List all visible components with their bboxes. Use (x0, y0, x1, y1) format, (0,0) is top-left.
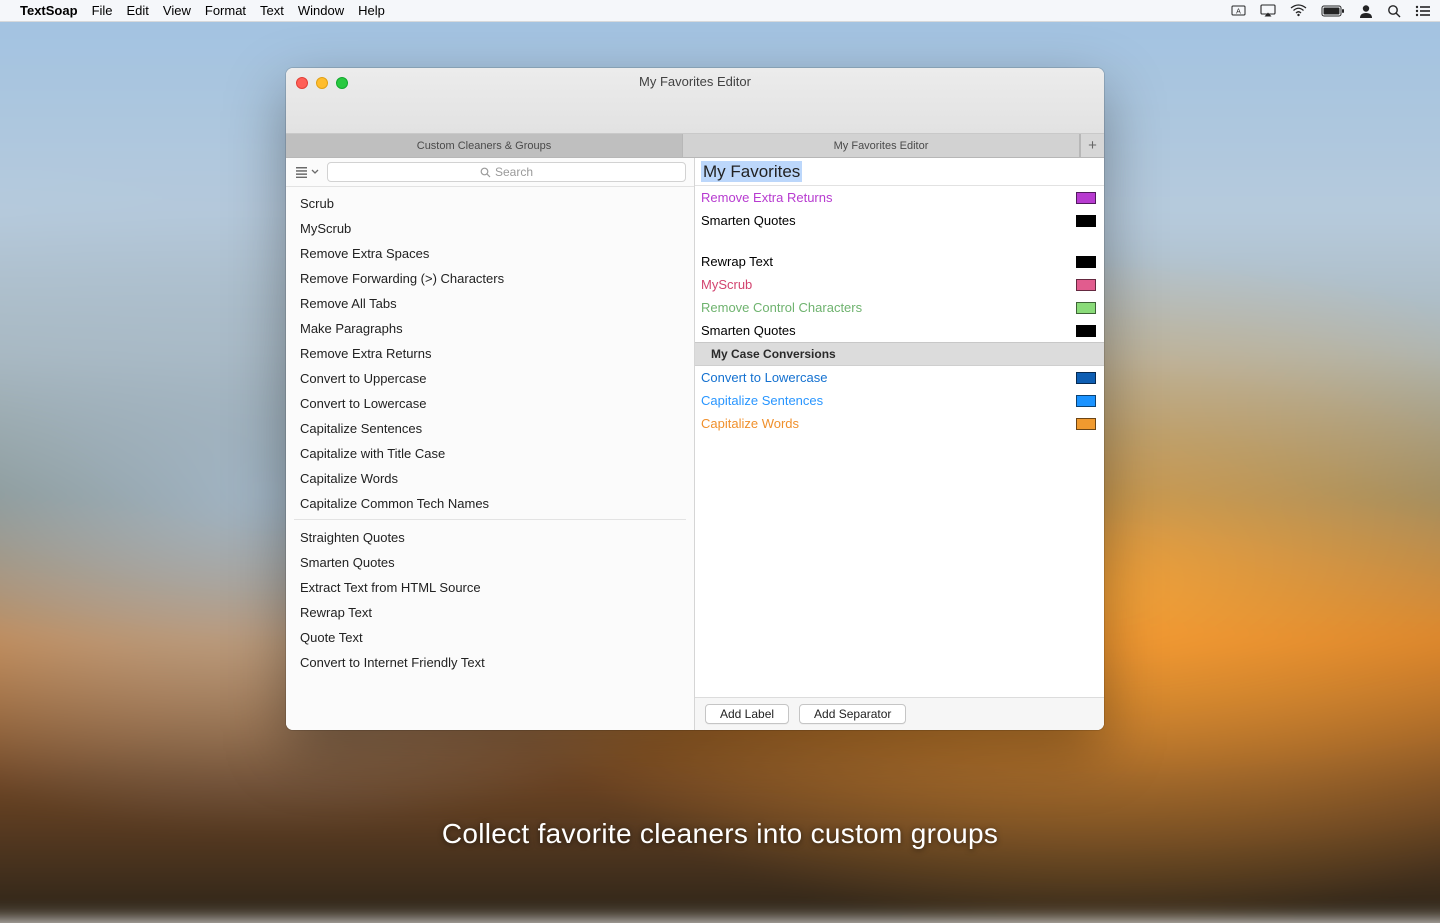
search-input[interactable]: Search (327, 162, 686, 182)
cleaners-pane: Search ScrubMyScrubRemove Extra SpacesRe… (286, 158, 695, 730)
cleaner-item[interactable]: Capitalize Common Tech Names (286, 491, 694, 516)
favorite-label: Convert to Lowercase (701, 370, 827, 385)
titlebar: My Favorites Editor (286, 68, 1104, 134)
cleaner-item[interactable]: Capitalize with Title Case (286, 441, 694, 466)
color-swatch[interactable] (1076, 325, 1096, 337)
cleaner-item[interactable]: Remove Extra Returns (286, 341, 694, 366)
cleaner-item[interactable]: Capitalize Words (286, 466, 694, 491)
color-swatch[interactable] (1076, 372, 1096, 384)
cleaner-item[interactable]: Scrub (286, 191, 694, 216)
color-swatch[interactable] (1076, 215, 1096, 227)
menu-file[interactable]: File (92, 3, 113, 18)
favorite-label: Smarten Quotes (701, 323, 796, 338)
group-title-input[interactable]: My Favorites (701, 161, 802, 182)
cleaner-item[interactable]: Quote Text (286, 625, 694, 650)
plus-icon: + (1088, 137, 1097, 154)
favorite-item[interactable]: Convert to Lowercase (695, 366, 1104, 389)
bottom-toolbar: Add Label Add Separator (695, 697, 1104, 730)
favorite-label: Capitalize Words (701, 416, 799, 431)
favorite-label: MyScrub (701, 277, 752, 292)
marketing-caption: Collect favorite cleaners into custom gr… (0, 818, 1440, 850)
favorite-label: Smarten Quotes (701, 213, 796, 228)
menu-format[interactable]: Format (205, 3, 246, 18)
favorites-list[interactable]: Remove Extra Returns Smarten Quotes Rewrap… (695, 186, 1104, 697)
favorites-pane: My Favorites Remove Extra Returns Smarten… (695, 158, 1104, 730)
menu-bar: TextSoap File Edit View Format Text Wind… (0, 0, 1440, 22)
favorites-subgroup-label[interactable]: My Case Conversions (695, 342, 1104, 366)
add-label-button[interactable]: Add Label (705, 704, 789, 724)
favorite-label: Rewrap Text (701, 254, 773, 269)
user-icon[interactable] (1359, 4, 1373, 18)
favorite-item[interactable]: Rewrap Text (695, 250, 1104, 273)
keyboard-icon[interactable]: A (1231, 4, 1246, 17)
cleaner-item[interactable]: Capitalize Sentences (286, 416, 694, 441)
cleaner-item[interactable]: Make Paragraphs (286, 316, 694, 341)
cleaner-list[interactable]: ScrubMyScrubRemove Extra SpacesRemove Fo… (286, 187, 694, 730)
cleaner-item[interactable]: Smarten Quotes (286, 550, 694, 575)
favorite-label: Remove Control Characters (701, 300, 862, 315)
tab-label: Custom Cleaners & Groups (417, 140, 552, 152)
add-separator-button[interactable]: Add Separator (799, 704, 906, 724)
cleaner-item[interactable]: Convert to Lowercase (286, 391, 694, 416)
airplay-icon[interactable] (1260, 4, 1276, 17)
spotlight-icon[interactable] (1387, 4, 1401, 18)
color-swatch[interactable] (1076, 395, 1096, 407)
tab-bar: Custom Cleaners & Groups My Favorites Ed… (286, 134, 1104, 158)
cleaner-item[interactable]: Extract Text from HTML Source (286, 575, 694, 600)
search-placeholder: Search (495, 165, 533, 179)
color-swatch[interactable] (1076, 302, 1096, 314)
menu-text[interactable]: Text (260, 3, 284, 18)
search-icon (480, 167, 491, 178)
favorite-item[interactable]: Smarten Quotes (695, 319, 1104, 342)
cleaner-item[interactable]: Rewrap Text (286, 600, 694, 625)
app-name[interactable]: TextSoap (20, 3, 78, 18)
favorite-item[interactable]: MyScrub (695, 273, 1104, 296)
menu-edit[interactable]: Edit (127, 3, 149, 18)
cleaner-item[interactable]: MyScrub (286, 216, 694, 241)
list-lines-icon (296, 167, 309, 178)
menu-view[interactable]: View (163, 3, 191, 18)
color-swatch[interactable] (1076, 192, 1096, 204)
favorites-editor-window: My Favorites Editor Custom Cleaners & Gr… (286, 68, 1104, 730)
favorites-separator (695, 232, 1104, 250)
list-separator (294, 519, 686, 520)
color-swatch[interactable] (1076, 279, 1096, 291)
cleaner-item[interactable]: Straighten Quotes (286, 525, 694, 550)
favorite-label: Capitalize Sentences (701, 393, 823, 408)
cleaner-item[interactable]: Remove Extra Spaces (286, 241, 694, 266)
favorite-item[interactable]: Remove Control Characters (695, 296, 1104, 319)
tab-label: My Favorites Editor (834, 140, 929, 152)
favorite-item[interactable]: Remove Extra Returns (695, 186, 1104, 209)
cleaner-item[interactable]: Convert to Internet Friendly Text (286, 650, 694, 675)
menu-list-icon[interactable] (1415, 5, 1430, 17)
menu-window[interactable]: Window (298, 3, 344, 18)
favorite-label: Remove Extra Returns (701, 190, 833, 205)
cleaner-item[interactable]: Remove All Tabs (286, 291, 694, 316)
view-mode-dropdown[interactable] (294, 167, 321, 178)
tab-custom-cleaners[interactable]: Custom Cleaners & Groups (286, 134, 683, 157)
add-tab-button[interactable]: + (1080, 134, 1104, 157)
tab-favorites-editor[interactable]: My Favorites Editor (683, 134, 1080, 157)
svg-text:A: A (1236, 9, 1241, 16)
cleaner-item[interactable]: Remove Forwarding (>) Characters (286, 266, 694, 291)
favorite-item[interactable]: Smarten Quotes (695, 209, 1104, 232)
wifi-icon[interactable] (1290, 4, 1307, 17)
favorite-item[interactable]: Capitalize Words (695, 412, 1104, 435)
chevron-down-icon (311, 169, 319, 175)
battery-icon[interactable] (1321, 5, 1345, 17)
menu-help[interactable]: Help (358, 3, 385, 18)
color-swatch[interactable] (1076, 418, 1096, 430)
cleaner-item[interactable]: Convert to Uppercase (286, 366, 694, 391)
window-title: My Favorites Editor (286, 74, 1104, 89)
color-swatch[interactable] (1076, 256, 1096, 268)
favorite-item[interactable]: Capitalize Sentences (695, 389, 1104, 412)
